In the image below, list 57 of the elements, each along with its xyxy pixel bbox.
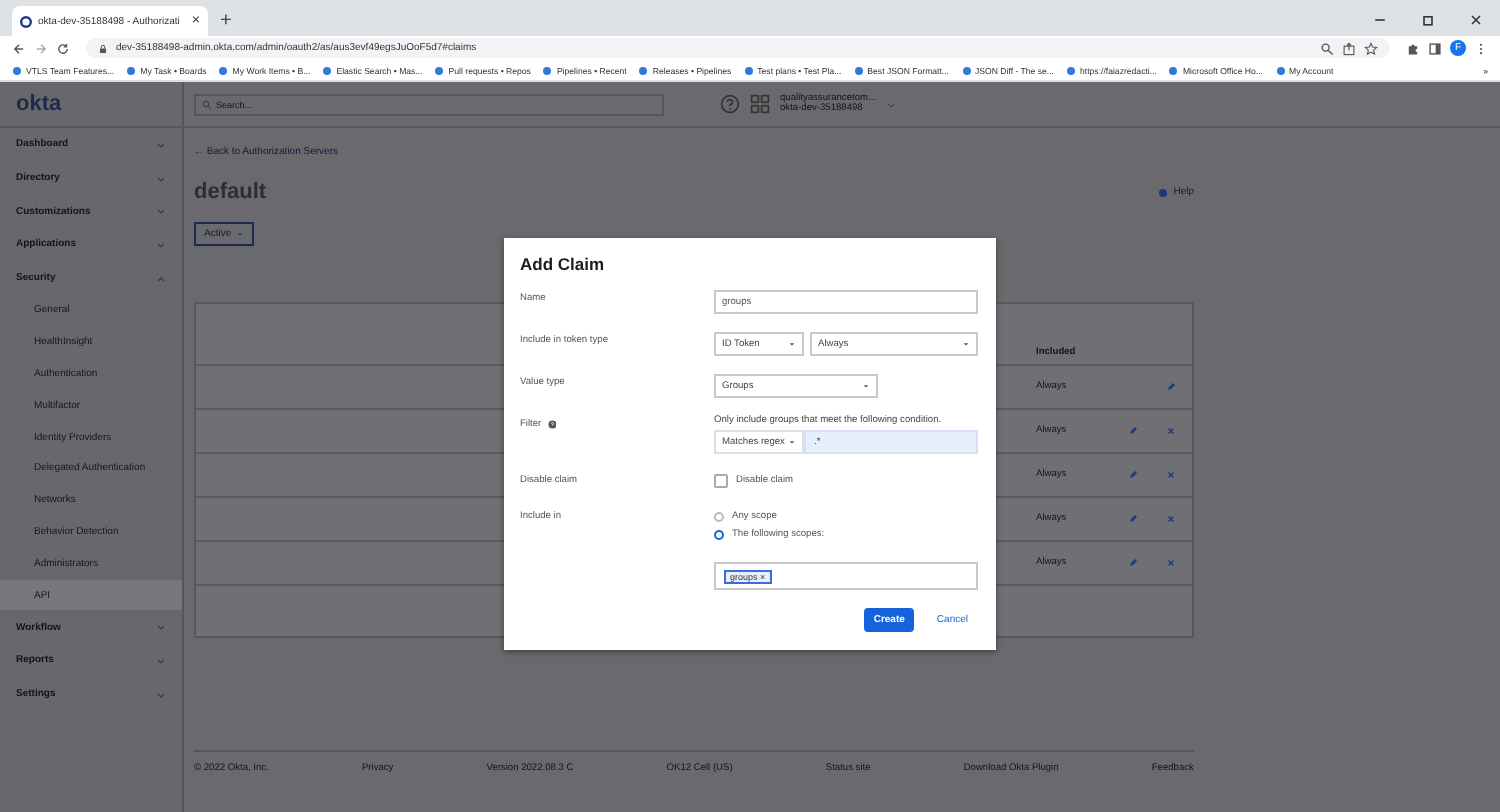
chevron-down-icon [156, 206, 166, 217]
chevron-down-icon [156, 239, 166, 250]
caret-icon [962, 340, 970, 348]
delete-icon[interactable] [1166, 558, 1176, 568]
caret-icon [788, 438, 796, 446]
favicon-icon [126, 65, 137, 75]
puzzle-icon[interactable] [1406, 41, 1420, 55]
delete-icon[interactable] [1166, 514, 1176, 524]
lock-icon [98, 43, 108, 53]
back-arrow-icon[interactable] [12, 41, 26, 55]
pencil-icon[interactable] [1128, 426, 1138, 436]
checkbox[interactable] [714, 474, 728, 488]
favicon-icon [218, 65, 229, 75]
favicon-icon [542, 65, 553, 75]
okta-logo: okta [0, 82, 182, 128]
close-icon[interactable] [1468, 12, 1484, 28]
help-dot-icon [1157, 187, 1168, 197]
favicon-icon [1066, 65, 1076, 75]
favicon-icon [434, 65, 445, 75]
pencil-icon[interactable] [1128, 558, 1138, 568]
favicon-icon [1275, 65, 1285, 75]
radio-button[interactable] [714, 530, 724, 540]
chevron-down-icon [156, 655, 166, 666]
pencil-icon[interactable] [1128, 514, 1138, 524]
search-icon[interactable] [1320, 41, 1334, 55]
delete-icon[interactable] [1166, 470, 1176, 480]
forward-arrow-icon[interactable] [34, 41, 48, 55]
apps-grid-icon[interactable] [750, 94, 770, 114]
caret-icon [788, 340, 796, 348]
favicon-icon [322, 65, 333, 75]
favicon-icon [1168, 65, 1179, 75]
favicon-icon [12, 65, 22, 75]
chevron-down-icon [156, 173, 166, 184]
chevron-down-icon [156, 622, 166, 633]
favicon-icon [853, 65, 864, 75]
chevron-down-icon [156, 139, 166, 150]
favicon-icon [961, 65, 972, 75]
favicon-icon [638, 65, 649, 75]
dialog-title: Add Claim [520, 254, 607, 274]
new-tab-button[interactable]: + [220, 10, 232, 32]
sidebar-icon[interactable] [1428, 41, 1442, 55]
share-icon[interactable] [1342, 41, 1356, 55]
reload-icon[interactable] [56, 41, 70, 55]
favicon-icon [743, 65, 754, 75]
delete-icon[interactable] [1166, 426, 1176, 436]
more-icon[interactable] [1474, 41, 1488, 55]
chevron-down-icon [156, 689, 166, 700]
star-icon[interactable] [1364, 41, 1378, 55]
caret-icon [862, 382, 870, 390]
pencil-icon[interactable] [1128, 470, 1138, 480]
page-title: default [194, 180, 267, 204]
pencil-icon[interactable] [1166, 382, 1176, 392]
chevron-up-icon [156, 273, 166, 284]
radio-button[interactable] [714, 512, 724, 522]
logo-icon [20, 15, 32, 27]
restore-icon[interactable] [1420, 12, 1436, 28]
search-icon [202, 99, 212, 109]
